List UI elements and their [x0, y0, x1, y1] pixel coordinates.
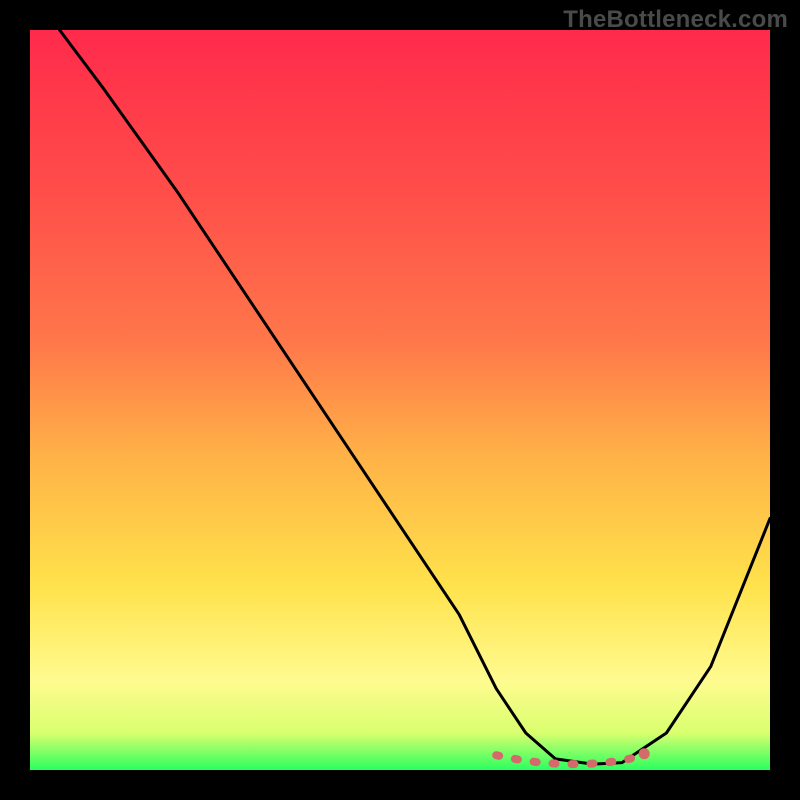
watermark-text: TheBottleneck.com: [563, 6, 788, 34]
chart-svg: [0, 0, 800, 800]
optimal-zone-end-dot: [639, 748, 650, 759]
chart-stage: TheBottleneck.com: [0, 0, 800, 800]
